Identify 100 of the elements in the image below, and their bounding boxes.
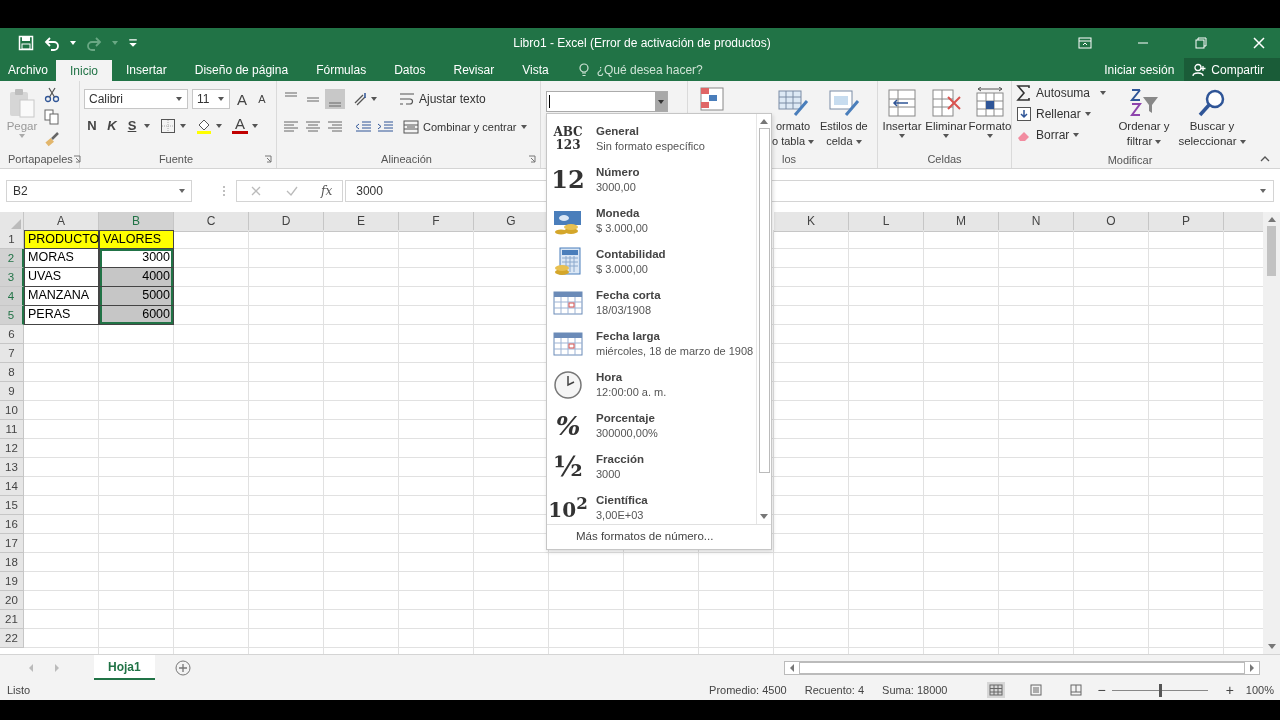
format-option[interactable]: Hora 12:00:00 a. m. bbox=[547, 364, 756, 405]
column-header[interactable]: N bbox=[999, 212, 1074, 232]
tell-me-field[interactable]: ¿Qué desea hacer? bbox=[594, 61, 799, 78]
row-header[interactable]: 20 bbox=[0, 591, 24, 610]
ribbon-tab[interactable]: Insertar bbox=[112, 58, 181, 81]
row-header[interactable]: 17 bbox=[0, 534, 24, 553]
row-header[interactable]: 22 bbox=[0, 629, 24, 648]
underline-button[interactable]: S bbox=[124, 118, 140, 133]
column-header[interactable]: O bbox=[1074, 212, 1149, 232]
cell-styles-button[interactable]: Estilos de celda bbox=[818, 85, 870, 150]
font-field[interactable]: Calibri bbox=[84, 89, 188, 109]
row-header[interactable]: 1 bbox=[0, 230, 24, 249]
format-option[interactable]: 10$^{2}$ Científica 3,00E+03 bbox=[547, 487, 756, 528]
group-label: Alineación bbox=[381, 153, 432, 165]
cells-button[interactable]: Eliminar bbox=[926, 85, 966, 140]
cells-button[interactable]: Formato bbox=[970, 85, 1010, 140]
ribbon-tab[interactable]: Datos bbox=[380, 58, 440, 81]
group-label: los bbox=[782, 153, 797, 165]
format-option[interactable]: Fecha larga miércoles, 18 de marzo de 1908 bbox=[547, 323, 756, 364]
name-box[interactable]: B2 bbox=[6, 179, 192, 202]
table-cell: 3000 bbox=[99, 249, 174, 268]
font-color-button[interactable]: A bbox=[232, 117, 248, 134]
row-header[interactable]: 21 bbox=[0, 610, 24, 629]
row-header[interactable]: 6 bbox=[0, 325, 24, 344]
table-cell: 6000 bbox=[99, 306, 174, 325]
row-header[interactable]: 12 bbox=[0, 439, 24, 458]
grow-font-button[interactable]: A bbox=[234, 90, 250, 108]
ribbon-tab[interactable]: Archivo bbox=[0, 58, 56, 81]
share-button[interactable]: Compartir bbox=[1184, 58, 1280, 81]
count-text: Recuento: 4 bbox=[804, 684, 865, 696]
row-header[interactable]: 8 bbox=[0, 363, 24, 382]
font-size-field[interactable]: 11 bbox=[192, 89, 230, 109]
format-option[interactable]: % Porcentaje 300000,00% bbox=[547, 405, 756, 446]
format-option[interactable]: Contabilidad $ 3.000,00 bbox=[547, 241, 756, 282]
wrap-text-button[interactable]: Ajustar texto bbox=[399, 91, 486, 107]
window-title: Libro1 - Excel (Error de activación de productos) bbox=[512, 36, 772, 50]
column-header[interactable]: B bbox=[99, 212, 174, 232]
clear-button[interactable]: Borrar bbox=[1016, 127, 1108, 143]
sum-text: Suma: 18000 bbox=[882, 684, 948, 696]
column-header[interactable]: P bbox=[1149, 212, 1224, 232]
format-option[interactable]: ½ Fracción 3000 bbox=[547, 446, 756, 487]
row-header[interactable]: 19 bbox=[0, 572, 24, 591]
column-header[interactable]: A bbox=[24, 212, 99, 232]
column-header[interactable]: G bbox=[474, 212, 549, 232]
ribbon-tab[interactable]: Fórmulas bbox=[302, 58, 381, 81]
column-header[interactable]: C bbox=[174, 212, 249, 232]
row-header[interactable]: 10 bbox=[0, 401, 24, 420]
row-header[interactable]: 4 bbox=[0, 287, 24, 306]
scientific-icon: 10$^{2}$ bbox=[548, 495, 588, 520]
group-label: Modificar bbox=[1107, 153, 1153, 166]
more-formats-link[interactable]: Más formatos de número... bbox=[547, 525, 771, 549]
row-header[interactable]: 15 bbox=[0, 496, 24, 515]
row-header[interactable]: 9 bbox=[0, 382, 24, 401]
group-label: Portapapeles bbox=[8, 153, 73, 165]
find-select-button[interactable]: Buscar y seleccionar bbox=[1180, 85, 1244, 151]
row-header[interactable]: 13 bbox=[0, 458, 24, 477]
row-header[interactable]: 16 bbox=[0, 515, 24, 534]
group-label: Celdas bbox=[927, 153, 962, 165]
cells-button[interactable]: Insertar bbox=[882, 85, 922, 140]
ribbon-tab[interactable]: Vista bbox=[508, 58, 563, 81]
status-text: Listo bbox=[7, 684, 31, 696]
row-header[interactable]: 18 bbox=[0, 553, 24, 572]
fraction-icon: ½ bbox=[553, 452, 583, 481]
ribbon-tab[interactable]: Revisar bbox=[439, 58, 509, 81]
fill-button[interactable]: Rellenar bbox=[1016, 106, 1108, 122]
table-cell: VALORES bbox=[99, 230, 174, 249]
ribbon-tab[interactable]: Inicio bbox=[56, 60, 113, 81]
sign-in-link[interactable]: Iniciar sesión bbox=[1104, 62, 1175, 77]
sort-filter-button[interactable]: Ordenar y filtrar bbox=[1112, 85, 1176, 151]
column-header[interactable]: K bbox=[774, 212, 849, 232]
column-header[interactable]: M bbox=[924, 212, 999, 232]
zoom-in-button[interactable]: + bbox=[1225, 682, 1234, 698]
format-option[interactable]: ABC 123 General Sin formato específico bbox=[547, 118, 756, 159]
format-as-table-button[interactable]: ormato o tabla bbox=[772, 85, 815, 150]
row-header[interactable]: 2 bbox=[0, 249, 24, 268]
column-header[interactable]: L bbox=[849, 212, 924, 232]
format-option[interactable]: Moneda $ 3.000,00 bbox=[547, 200, 756, 241]
column-header[interactable]: E bbox=[324, 212, 399, 232]
general-icon: ABC 123 bbox=[551, 125, 585, 152]
zoom-out-button[interactable]: − bbox=[1097, 682, 1106, 698]
row-header[interactable]: 11 bbox=[0, 420, 24, 439]
merge-center-button[interactable]: Combinar y centrar bbox=[403, 119, 527, 135]
format-option[interactable]: Fecha corta 18/03/1908 bbox=[547, 282, 756, 323]
zoom-level[interactable]: 100% bbox=[1245, 684, 1274, 696]
column-header[interactable]: D bbox=[249, 212, 324, 232]
insert-function-button[interactable]: fx bbox=[321, 183, 333, 198]
bold-button[interactable]: N bbox=[84, 118, 100, 133]
column-header[interactable]: F bbox=[399, 212, 474, 232]
row-header[interactable]: 5 bbox=[0, 306, 24, 325]
average-text: Promedio: 4500 bbox=[709, 684, 787, 696]
table-cell: 4000 bbox=[99, 268, 174, 287]
row-header[interactable]: 3 bbox=[0, 268, 24, 287]
autosum-button[interactable]: Autosuma bbox=[1016, 85, 1108, 101]
italic-button[interactable]: K bbox=[104, 118, 120, 133]
row-header[interactable]: 7 bbox=[0, 344, 24, 363]
row-header[interactable]: 14 bbox=[0, 477, 24, 496]
shrink-font-button[interactable]: A bbox=[254, 93, 270, 105]
sheet-tab[interactable]: Hoja1 bbox=[94, 655, 155, 680]
ribbon-tab[interactable]: Diseño de página bbox=[180, 58, 303, 81]
table-cell: MANZANA bbox=[24, 287, 99, 306]
